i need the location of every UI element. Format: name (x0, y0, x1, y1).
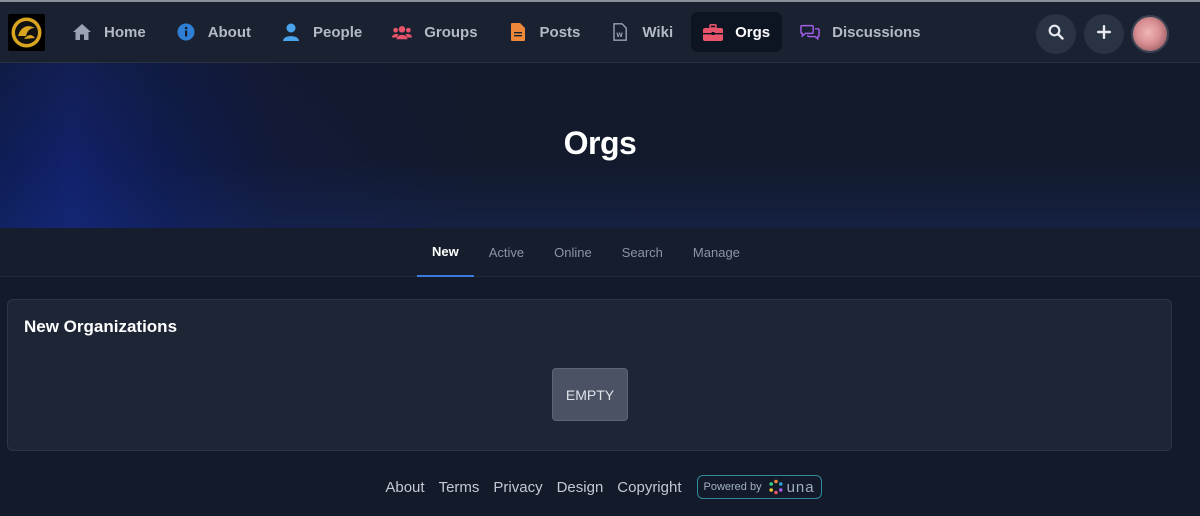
main-nav: Home About People Groups Posts W Wiki Or… (60, 12, 939, 52)
una-brand-text: una (786, 478, 815, 496)
card-title: New Organizations (24, 317, 178, 336)
nav-item-orgs[interactable]: Orgs (691, 12, 783, 52)
person-icon (281, 22, 301, 42)
una-logo-icon (768, 479, 784, 495)
nav-item-label: Posts (539, 23, 581, 41)
comments-icon (800, 22, 820, 42)
nav-item-label: Orgs (735, 23, 771, 41)
nav-item-label: People (313, 23, 363, 41)
footer-link-design[interactable]: Design (557, 479, 604, 496)
nav-item-label: Home (104, 23, 146, 41)
page-header-banner: Orgs (0, 63, 1200, 228)
nav-item-wiki[interactable]: W Wiki (598, 12, 685, 52)
briefcase-icon (703, 22, 724, 42)
user-avatar[interactable] (1131, 15, 1169, 53)
nav-item-about[interactable]: About (164, 12, 263, 52)
nav-item-groups[interactable]: Groups (380, 12, 489, 52)
tab-new[interactable]: New (417, 228, 474, 277)
nav-item-home[interactable]: Home (60, 12, 158, 52)
svg-text:W: W (617, 32, 624, 39)
nav-item-label: About (207, 23, 252, 41)
page-title: Orgs (563, 125, 637, 161)
site-logo[interactable] (8, 14, 45, 51)
plus-icon (1096, 24, 1112, 45)
search-button[interactable] (1036, 14, 1076, 54)
tab-active[interactable]: Active (474, 228, 539, 277)
nav-item-discussions[interactable]: Discussions (788, 12, 932, 52)
nav-item-people[interactable]: People (269, 12, 374, 52)
nav-item-label: Groups (424, 23, 478, 41)
new-organizations-card: New Organizations EMPTY (7, 299, 1172, 451)
tab-search[interactable]: Search (607, 228, 678, 277)
users-icon (392, 22, 413, 42)
info-icon (176, 22, 196, 42)
footer-link-copyright[interactable]: Copyright (617, 479, 681, 496)
wiki-file-icon: W (610, 22, 630, 42)
file-icon (508, 22, 528, 42)
powered-by-badge[interactable]: Powered by una (696, 475, 822, 499)
footer: About Terms Privacy Design Copyright Pow… (0, 474, 1200, 500)
powered-by-label: Powered by (703, 481, 762, 493)
subnav-tabs: New Active Online Search Manage (417, 228, 755, 277)
home-icon (72, 22, 92, 42)
footer-link-about[interactable]: About (385, 479, 424, 496)
top-navigation-bar: Home About People Groups Posts W Wiki Or… (0, 0, 1200, 63)
footer-link-terms[interactable]: Terms (439, 479, 480, 496)
tab-online[interactable]: Online (539, 228, 607, 277)
nav-item-label: Discussions (832, 23, 921, 41)
sub-navigation: New Active Online Search Manage (0, 228, 1200, 277)
tab-manage[interactable]: Manage (678, 228, 755, 277)
nav-item-label: Wiki (642, 23, 674, 41)
nav-item-posts[interactable]: Posts (496, 12, 593, 52)
search-icon (1048, 24, 1064, 45)
footer-link-privacy[interactable]: Privacy (493, 479, 542, 496)
empty-placeholder: EMPTY (552, 368, 628, 421)
add-button[interactable] (1084, 14, 1124, 54)
